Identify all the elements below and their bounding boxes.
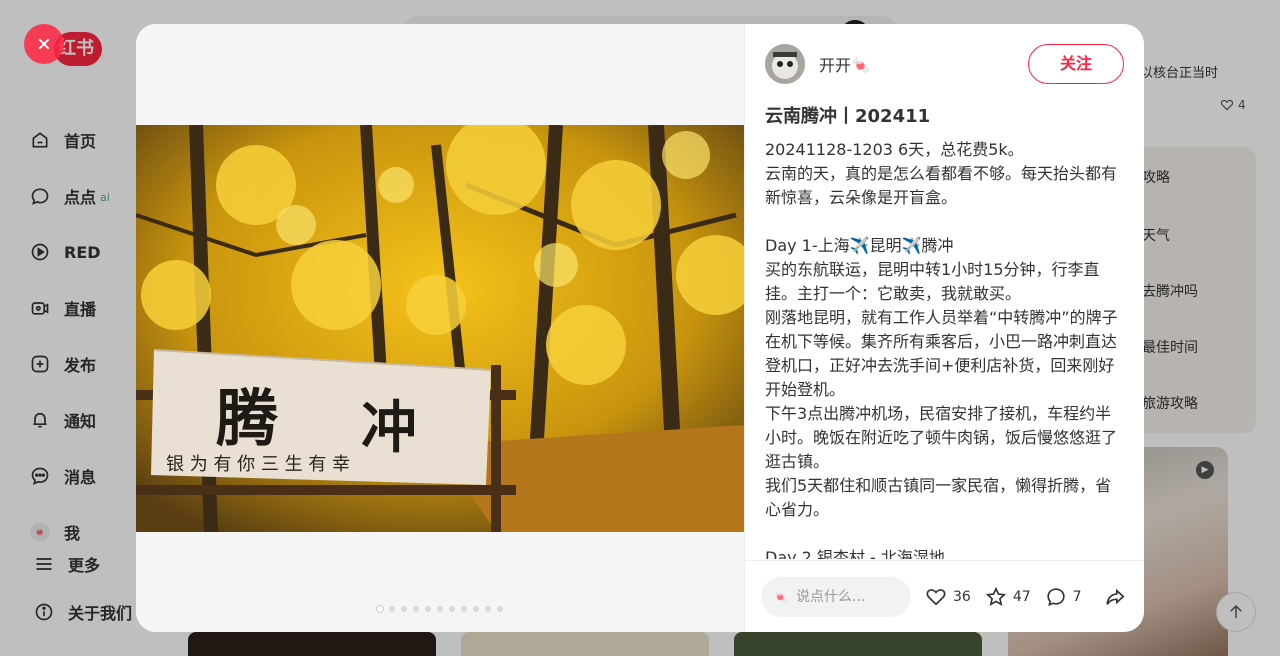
carousel-dot[interactable] [413,606,419,612]
note-paragraph: Day 1-上海✈️昆明✈️腾冲 [765,236,954,255]
media-carousel[interactable]: 腾 冲 银 为 有 你 三 生 有 幸 [136,24,744,632]
author-avatar-image [765,44,805,84]
like-count: 36 [953,588,971,605]
sign-char-right: 冲 [361,395,417,461]
comment-box[interactable]: 🍬 [761,576,911,617]
share-icon [1105,588,1125,605]
carousel-indicator [136,606,744,612]
note-paragraph: 20241128-1203 6天，总花费5k。 [765,140,1024,159]
follow-button[interactable]: 关注 [1028,44,1124,84]
comment-input[interactable] [795,588,896,605]
sign-bottom-text: 银 为 有 你 三 生 有 幸 [166,454,350,475]
carousel-dot[interactable] [485,606,491,612]
note-content[interactable]: 云南腾冲丨202411 20241128-1203 6天，总花费5k。 云南的天… [765,104,1125,559]
note-paragraph [765,522,1125,546]
note-panel: 开开🍬 关注 云南腾冲丨202411 20241128-1203 6天，总花费5… [744,24,1144,632]
carousel-dot[interactable] [389,606,395,612]
note-paragraph: 云南的天，真的是怎么看都看不够。每天抬头都有新惊喜，云朵像是开盲盒。 [765,164,1118,207]
carousel-dot[interactable] [449,606,455,612]
note-paragraph: Day 2 银杏村 - 北海湿地 [765,548,945,559]
star-icon [985,586,1006,606]
note-photo[interactable]: 腾 冲 银 为 有 你 三 生 有 幸 [136,125,744,532]
carousel-dot[interactable] [377,606,383,612]
engagement-bar: 🍬 36 47 7 [745,560,1144,632]
comment-count: 7 [1072,588,1082,605]
carousel-dot[interactable] [401,606,407,612]
carousel-dot[interactable] [425,606,431,612]
avatar[interactable] [765,44,805,84]
note-detail-modal: 腾 冲 银 为 有 你 三 生 有 幸 开开🍬 关注 云南腾冲丨202411 2… [136,24,1144,632]
carousel-dot[interactable] [497,606,503,612]
share-button[interactable] [1104,586,1126,608]
carousel-dot[interactable] [437,606,443,612]
photo-image: 腾 冲 银 为 有 你 三 生 有 幸 [136,125,744,532]
note-paragraph: 下午3点出腾冲机场，民宿安排了接机，车程约半小时。晚饭在附近吃了顿牛肉锅，饭后慢… [765,404,1118,471]
comment-icon [1047,587,1065,606]
note-title: 云南腾冲丨202411 [765,106,931,127]
note-paragraph: 刚落地昆明，就有工作人员举着“中转腾冲”的牌子在机下等候。集齐所有乘客后，小巴一… [765,308,1118,399]
author-name[interactable]: 开开🍬 [819,52,871,76]
author-info[interactable]: 开开🍬 [765,44,871,84]
avatar: 🍬 [773,589,788,604]
carousel-dot[interactable] [473,606,479,612]
collect-count: 47 [1012,588,1031,605]
note-paragraph [765,210,1125,234]
note-paragraph: 买的东航联运，昆明中转1小时15分钟，行李直挂。主打一个：它敢卖，我就敢买。 [765,260,1100,303]
carousel-dot[interactable] [461,606,467,612]
note-paragraph: 我们5天都住和顺古镇同一家民宿，懒得折腾，省心省力。 [765,476,1112,519]
sign-char-left: 腾 [216,382,279,455]
close-icon [38,38,50,50]
collect-button[interactable]: 47 [985,586,1031,608]
heart-icon [926,588,946,606]
close-button[interactable] [24,24,64,64]
like-button[interactable]: 36 [925,586,971,608]
comment-button[interactable]: 7 [1045,586,1082,608]
